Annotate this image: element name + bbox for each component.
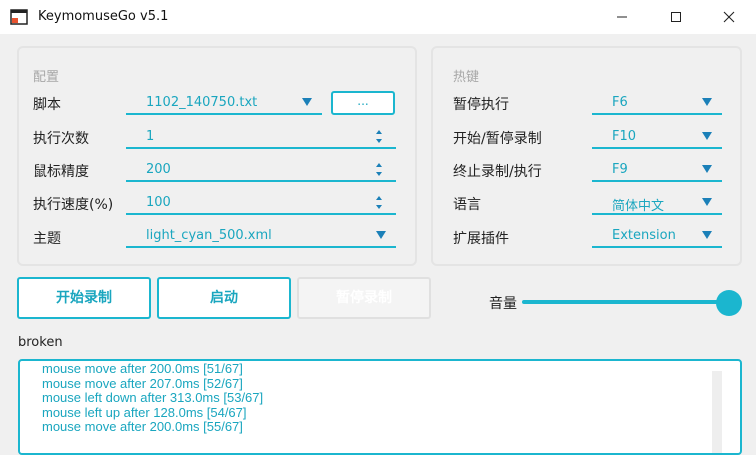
chevron-down-icon (702, 231, 712, 239)
browse-script-button[interactable]: ... (331, 91, 395, 115)
log-line: mouse move after 200.0ms [51/67] (42, 361, 243, 376)
chevron-down-icon (376, 231, 386, 239)
plugin-value: Extension (612, 228, 676, 243)
plugin-label: 扩展插件 (453, 231, 509, 247)
spin-arrows-icon[interactable] (376, 128, 384, 146)
theme-label: 主题 (33, 231, 61, 247)
stop-record-exec-hotkey-value: F9 (612, 162, 628, 177)
app-window: KeymomuseGo v5.1 配置 脚本 1102_140750.txt .… (0, 0, 756, 455)
exec-speed-value: 100 (146, 195, 171, 210)
log-scrollbar[interactable] (712, 371, 722, 453)
language-select[interactable]: 简体中文 (592, 193, 722, 215)
mouse-precision-spinbox[interactable]: 200 (126, 160, 396, 182)
spin-arrows-icon[interactable] (376, 194, 384, 212)
stop-record-exec-hotkey-select[interactable]: F9 (592, 160, 722, 182)
hotkey-section-title: 热键 (453, 70, 480, 85)
mouse-precision-value: 200 (146, 162, 171, 177)
start-record-button[interactable]: 开始录制 (17, 277, 151, 319)
start-pause-record-hotkey-value: F10 (612, 129, 637, 144)
chevron-down-icon (702, 198, 712, 206)
start-pause-record-label: 开始/暂停录制 (453, 131, 542, 147)
log-line: mouse move after 207.0ms [52/67] (42, 375, 243, 391)
config-section-title: 配置 (33, 70, 60, 85)
maximize-icon (671, 12, 681, 22)
exec-speed-label: 执行速度(%) (33, 197, 114, 213)
theme-value: light_cyan_500.xml (146, 228, 272, 243)
pause-record-button[interactable]: 暂停录制 (297, 277, 431, 319)
log-lines: mouse move after 200.0ms [51/67] mouse m… (42, 361, 264, 435)
app-icon (10, 9, 28, 25)
exec-count-value: 1 (146, 129, 155, 144)
pause-exec-label: 暂停执行 (453, 97, 509, 113)
exec-count-spinbox[interactable]: 1 (126, 127, 396, 149)
log-line: mouse left up after 128.0ms [54/67] (42, 404, 247, 420)
spin-arrows-icon[interactable] (376, 161, 384, 179)
close-button[interactable] (706, 0, 752, 34)
log-line: mouse left down after 313.0ms [53/67] (42, 390, 264, 405)
status-text: broken (18, 335, 63, 350)
close-icon (723, 11, 735, 23)
exec-speed-spinbox[interactable]: 100 (126, 193, 396, 215)
log-line: mouse move after 200.0ms [55/67] (42, 419, 243, 434)
script-select[interactable]: 1102_140750.txt (126, 93, 322, 115)
script-value: 1102_140750.txt (146, 95, 258, 110)
language-value: 简体中文 (612, 199, 665, 214)
minimize-icon (617, 16, 627, 18)
script-label: 脚本 (33, 97, 61, 113)
chevron-down-icon (302, 98, 312, 106)
volume-slider-handle[interactable] (716, 290, 742, 316)
pause-exec-hotkey-select[interactable]: F6 (592, 93, 722, 115)
chevron-down-icon (702, 98, 712, 106)
volume-slider-track[interactable] (522, 300, 720, 304)
mouse-precision-label: 鼠标精度 (33, 164, 89, 180)
window-title: KeymomuseGo v5.1 (38, 9, 169, 24)
start-pause-record-hotkey-select[interactable]: F10 (592, 127, 722, 149)
exec-count-label: 执行次数 (33, 131, 89, 147)
plugin-select[interactable]: Extension (592, 226, 722, 248)
minimize-button[interactable] (599, 0, 645, 34)
stop-record-exec-label: 终止录制/执行 (453, 164, 542, 180)
chevron-down-icon (702, 165, 712, 173)
title-bar: KeymomuseGo v5.1 (0, 0, 756, 34)
maximize-button[interactable] (653, 0, 699, 34)
pause-exec-hotkey-value: F6 (612, 95, 628, 110)
volume-label: 音量 (489, 296, 517, 312)
log-output[interactable]: mouse move after 200.0ms [51/67] mouse m… (18, 359, 742, 455)
language-label: 语言 (453, 197, 481, 213)
theme-select[interactable]: light_cyan_500.xml (126, 226, 396, 248)
launch-button[interactable]: 启动 (157, 277, 291, 319)
chevron-down-icon (702, 132, 712, 140)
